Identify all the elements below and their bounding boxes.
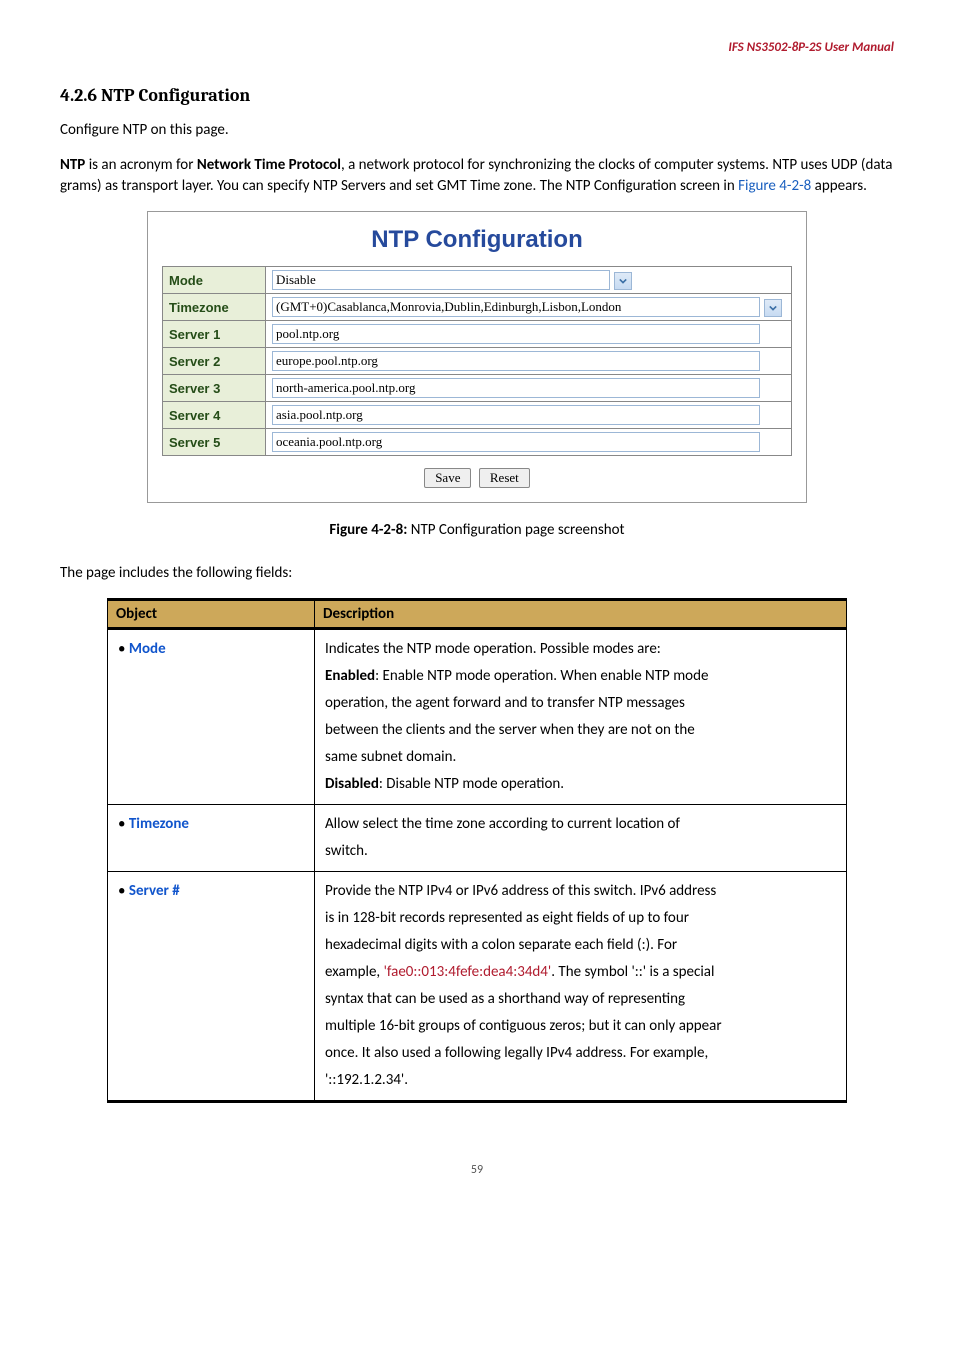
col-object: Object xyxy=(108,600,315,629)
ntp-config-table: Mode Disable Timezone (GMT+0)Casablanca,… xyxy=(162,266,792,456)
ntp-expansion: Network Time Protocol xyxy=(197,156,341,174)
mode-row-label: Mode xyxy=(163,267,266,294)
server1-row-label: Server 1 xyxy=(163,321,266,348)
timezone-row-label: Timezone xyxy=(163,294,266,321)
description-table: Object Description • Mode Indicates the … xyxy=(107,598,847,1103)
chevron-down-icon[interactable] xyxy=(614,272,632,290)
mode-select[interactable]: Disable xyxy=(272,270,610,290)
col-description: Description xyxy=(315,600,847,629)
save-button[interactable]: Save xyxy=(424,468,471,488)
server5-row-label: Server 5 xyxy=(163,429,266,456)
description-paragraph: NTP is an acronym for Network Time Proto… xyxy=(60,155,894,197)
object-timezone: Timezone xyxy=(129,815,189,833)
section-heading: 4.2.6 NTP Configuration xyxy=(60,85,894,106)
chevron-down-icon[interactable] xyxy=(764,299,782,317)
config-title: NTP Configuration xyxy=(162,226,792,254)
server1-input[interactable]: pool.ntp.org xyxy=(272,324,760,344)
ntp-term: NTP xyxy=(60,156,85,174)
server3-input[interactable]: north-america.pool.ntp.org xyxy=(272,378,760,398)
timezone-select[interactable]: (GMT+0)Casablanca,Monrovia,Dublin,Edinbu… xyxy=(272,297,760,317)
figure-link: Figure 4-2-8 xyxy=(738,177,811,195)
page-header: IFS NS3502-8P-2S User Manual xyxy=(60,40,894,55)
fields-intro: The page includes the following fields: xyxy=(60,563,894,584)
table-row: • Timezone Allow select the time zone ac… xyxy=(108,805,847,872)
ntp-config-panel: NTP Configuration Mode Disable Timezone … xyxy=(147,211,807,503)
page-number: 59 xyxy=(60,1163,894,1177)
object-server: Server # xyxy=(129,882,180,900)
server5-input[interactable]: oceania.pool.ntp.org xyxy=(272,432,760,452)
object-mode: Mode xyxy=(129,640,166,658)
figure-caption: Figure 4-2-8: NTP Configuration page scr… xyxy=(60,521,894,539)
server2-input[interactable]: europe.pool.ntp.org xyxy=(272,351,760,371)
server3-row-label: Server 3 xyxy=(163,375,266,402)
server4-row-label: Server 4 xyxy=(163,402,266,429)
table-row: • Server # Provide the NTP IPv4 or IPv6 … xyxy=(108,872,847,1102)
server4-input[interactable]: asia.pool.ntp.org xyxy=(272,405,760,425)
reset-button[interactable]: Reset xyxy=(479,468,530,488)
example-ipv6: 'fae0::013:4fefe:dea4:34d4' xyxy=(384,963,552,981)
intro-paragraph: Configure NTP on this page. xyxy=(60,120,894,141)
table-row: • Mode Indicates the NTP mode operation.… xyxy=(108,629,847,805)
server2-row-label: Server 2 xyxy=(163,348,266,375)
